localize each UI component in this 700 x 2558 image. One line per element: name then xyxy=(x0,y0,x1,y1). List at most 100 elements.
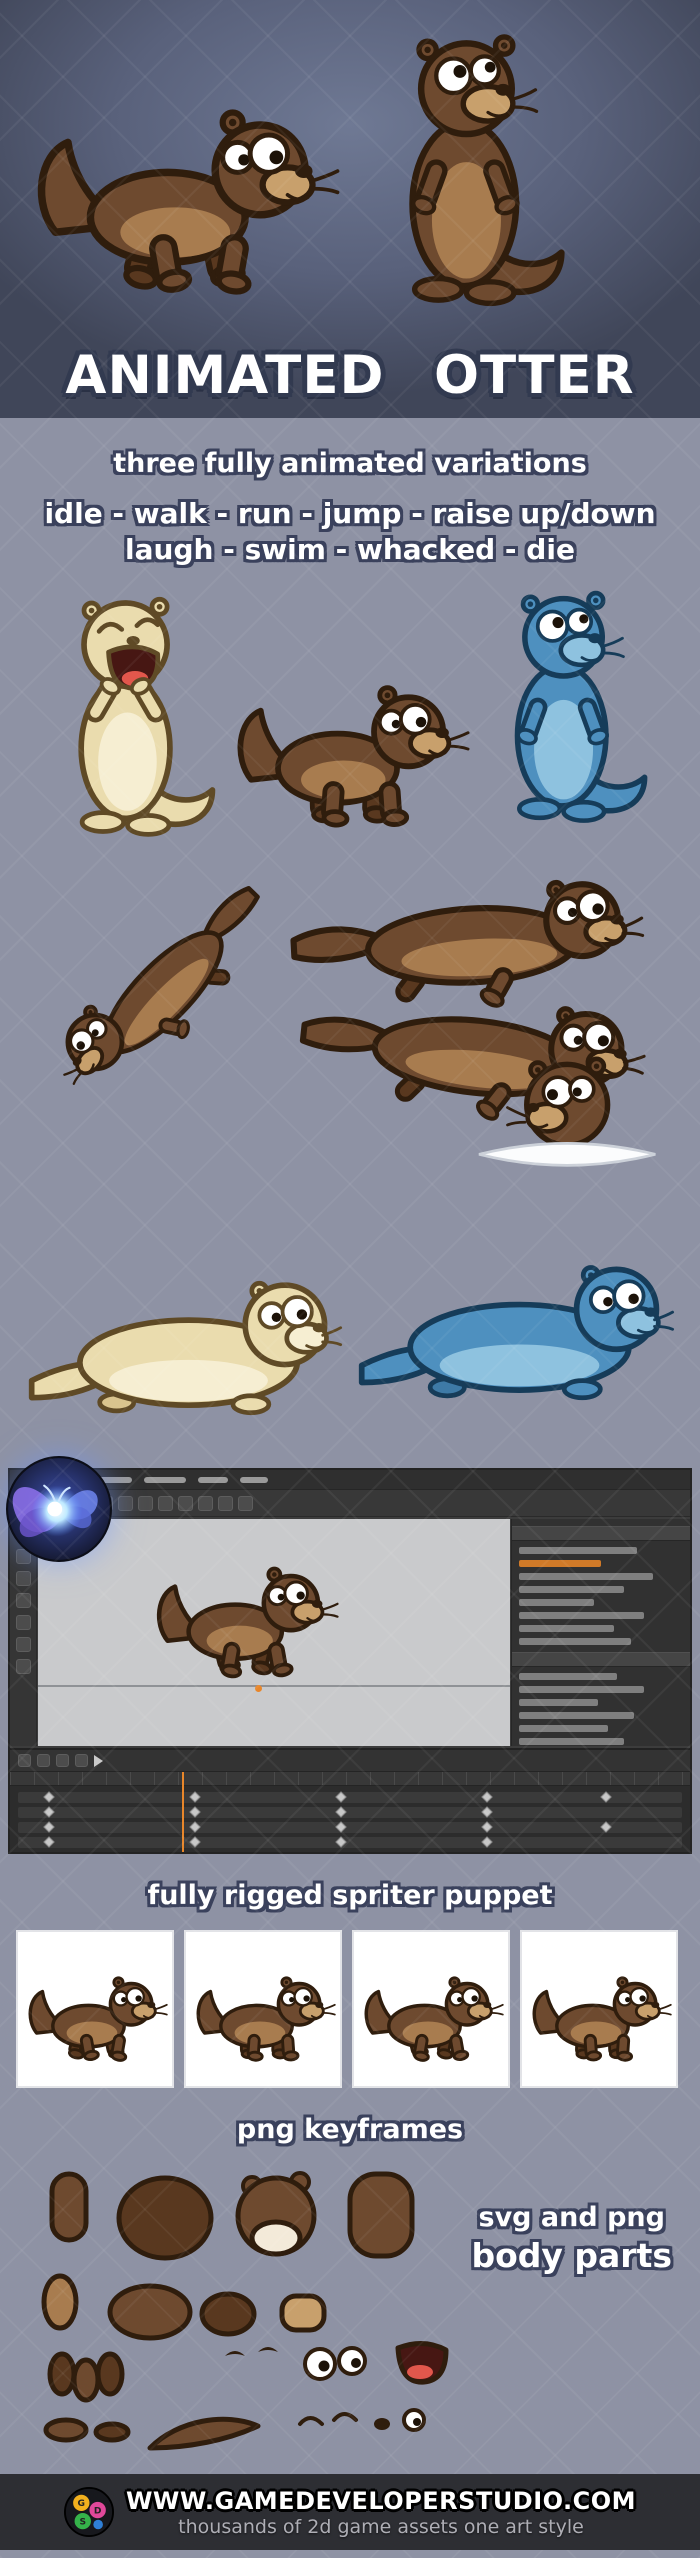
keyframe-otter-1 xyxy=(24,1972,168,2067)
menu-item-placeholder xyxy=(198,1476,228,1483)
keyframe-tile xyxy=(16,1930,174,2088)
keyframe-diamond xyxy=(42,1806,55,1818)
keyframe-diamond xyxy=(481,1836,493,1848)
footer-text-block: WWW.GAMEDEVELOPERSTUDIO.COM thousands of… xyxy=(126,2487,636,2538)
keyframe-strip xyxy=(0,1930,700,2088)
keyframe-diamond xyxy=(335,1836,347,1848)
glowing-butterfly-logo-icon xyxy=(6,1456,112,1562)
timeline-tracks xyxy=(10,1786,690,1848)
features-section: three fully animated variations idle - w… xyxy=(0,418,700,1454)
footer-spacer xyxy=(0,2460,700,2474)
otter-standing-illustration xyxy=(378,24,570,317)
svg-text:G: G xyxy=(77,2499,85,2509)
keyframes-caption: png keyframes xyxy=(236,2114,464,2145)
keyframe-diamond xyxy=(42,1791,55,1803)
keyframe-tile xyxy=(520,1930,678,2088)
panel-row xyxy=(519,1625,615,1632)
timeline-track xyxy=(18,1836,682,1848)
body-parts-section: svg and png body parts xyxy=(0,2160,700,2460)
panel-header-2 xyxy=(512,1652,690,1667)
panel-row xyxy=(519,1573,654,1580)
timeline-track xyxy=(18,1806,682,1818)
timeline-transport-controls xyxy=(10,1750,690,1772)
keyframe-diamond xyxy=(42,1821,55,1833)
keyframe-diamond xyxy=(600,1821,612,1833)
toolbar-button xyxy=(178,1495,193,1511)
parts-caption-line2: body parts xyxy=(471,2236,673,2275)
animated-otter-asset-page: ANIMATED OTTER three fully animated vari… xyxy=(0,0,700,2550)
keyframe-diamond xyxy=(188,1806,201,1818)
toolbar-button xyxy=(238,1495,253,1511)
keyframe-tile xyxy=(352,1930,510,2088)
otter-blue-standing-illustration xyxy=(488,582,652,833)
keyframe-diamond xyxy=(481,1821,493,1833)
svg-text:D: D xyxy=(94,2506,102,2516)
otter-cream-laughing-illustration xyxy=(50,586,220,849)
spriter-side-panels xyxy=(511,1519,690,1746)
tool-button xyxy=(15,1615,31,1630)
keyframe-diamond xyxy=(188,1836,201,1848)
panel-row xyxy=(519,1599,595,1606)
otter-diving-illustration xyxy=(37,858,297,1122)
animations-list-line2: laugh - swim - whacked - die xyxy=(125,533,575,566)
panel-row xyxy=(519,1673,618,1680)
panel-row xyxy=(519,1699,598,1706)
panel-row xyxy=(519,1712,634,1719)
otter-walking-illustration xyxy=(28,100,340,306)
otter-cream-crawling-illustration xyxy=(26,1254,352,1419)
svg-text:S: S xyxy=(79,2518,86,2528)
keyframe-diamond xyxy=(335,1806,347,1818)
keyframe-otter-3 xyxy=(360,1972,504,2067)
toolbar-button xyxy=(118,1495,133,1511)
keyframe-otter-4 xyxy=(528,1972,672,2067)
keyframe-otter-2 xyxy=(192,1972,336,2067)
website-url: WWW.GAMEDEVELOPERSTUDIO.COM xyxy=(125,2486,637,2515)
otter-brown-walking-illustration xyxy=(230,678,470,836)
spriter-toolbar xyxy=(10,1490,690,1517)
play-button-icon xyxy=(94,1754,103,1767)
keyframe-diamond xyxy=(335,1791,347,1803)
tool-button xyxy=(15,1571,31,1586)
panel-row xyxy=(519,1686,644,1693)
timeline-playhead xyxy=(182,1772,184,1852)
otter-blue-crawling-illustration xyxy=(356,1238,684,1404)
variations-heading: three fully animated variations xyxy=(113,448,587,479)
timeline-track xyxy=(18,1791,682,1803)
tool-button xyxy=(15,1593,31,1608)
game-developer-studio-logo-icon: G D S xyxy=(63,2487,114,2537)
keyframe-diamond xyxy=(481,1806,493,1818)
panel-row xyxy=(519,1738,624,1745)
parts-caption-line1: svg and png xyxy=(478,2202,665,2233)
transport-button xyxy=(37,1754,50,1767)
menu-item-placeholder xyxy=(240,1476,268,1483)
tool-button xyxy=(15,1637,31,1652)
spriter-canvas-otter xyxy=(151,1561,339,1685)
keyframe-diamond xyxy=(42,1836,55,1848)
spriter-screenshot-wrap xyxy=(6,1456,692,1854)
keyframe-diamond xyxy=(481,1791,493,1803)
toolbar-button xyxy=(158,1495,173,1511)
animations-list-line1: idle - walk - run - jump - raise up/down xyxy=(44,497,656,530)
canvas-origin-point xyxy=(255,1684,263,1692)
product-title: ANIMATED OTTER xyxy=(65,345,635,406)
transport-button xyxy=(75,1754,88,1767)
keyframe-diamond xyxy=(600,1791,612,1803)
body-parts-caption: svg and png body parts xyxy=(472,2200,673,2274)
transport-button xyxy=(18,1754,31,1767)
swim-poses-group xyxy=(0,879,700,1234)
toolbar-button xyxy=(138,1495,153,1511)
spriter-timeline xyxy=(10,1748,690,1852)
transport-button xyxy=(56,1754,69,1767)
toolbar-button xyxy=(218,1495,233,1511)
toolbar-button xyxy=(198,1495,213,1511)
timeline-ruler xyxy=(10,1772,690,1786)
properties-panel-rows xyxy=(519,1673,683,1745)
keyframe-diamond xyxy=(188,1791,201,1803)
canvas-guide-line xyxy=(38,1684,510,1687)
spriter-caption: fully rigged spriter puppet xyxy=(147,1880,553,1911)
keyframe-diamond xyxy=(188,1821,201,1833)
keyframe-tile xyxy=(184,1930,342,2088)
color-variations-row xyxy=(0,582,700,882)
keyframe-diamond xyxy=(335,1821,347,1833)
panel-row xyxy=(519,1725,608,1732)
